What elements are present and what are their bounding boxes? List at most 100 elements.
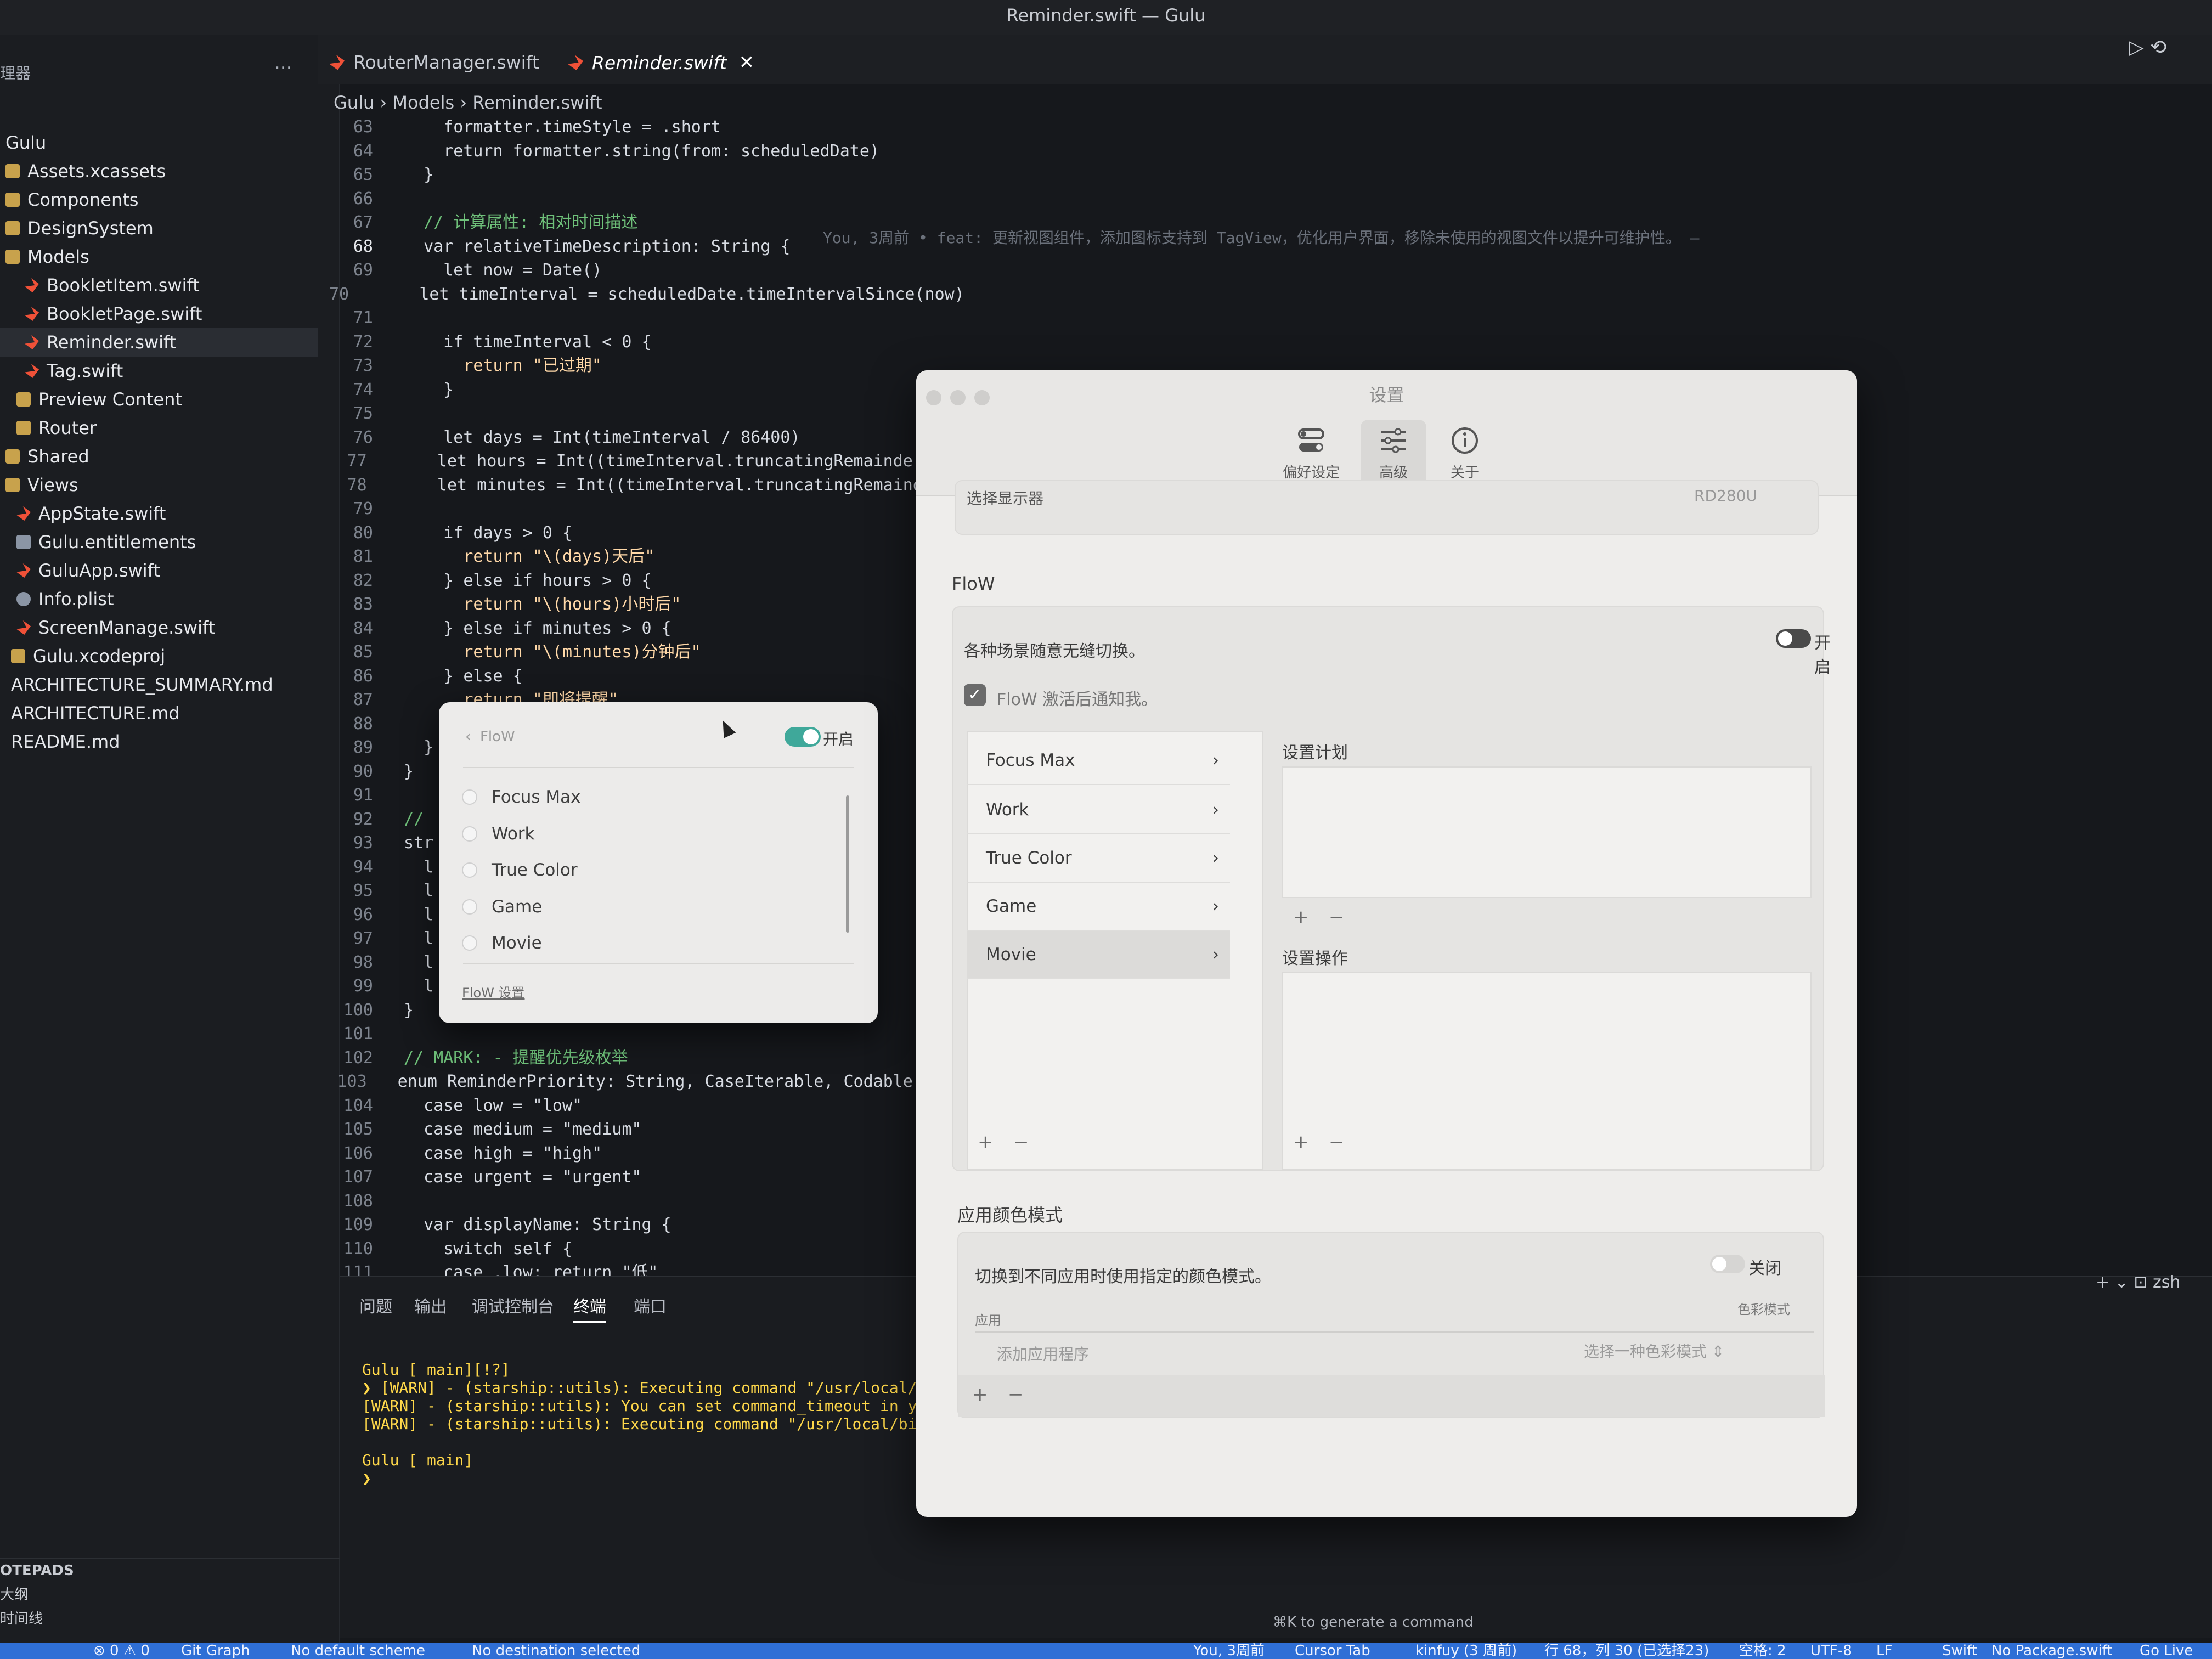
plan-list[interactable] xyxy=(1282,766,1812,898)
code-line[interactable]: 75 xyxy=(329,402,933,426)
notify-checkbox[interactable]: ✓ xyxy=(964,684,986,706)
sidebar-item[interactable]: Shared xyxy=(0,442,318,471)
code-line[interactable]: 78 let minutes = Int((timeInterval.trunc… xyxy=(329,473,933,498)
code-line[interactable]: 86 } else { xyxy=(329,664,933,689)
language-status[interactable]: Swift xyxy=(1942,1643,1977,1659)
code-line[interactable]: 106 case high = "high" xyxy=(329,1142,933,1166)
radio-icon[interactable] xyxy=(462,789,477,805)
more-icon[interactable]: ··· xyxy=(274,57,292,79)
eol-status[interactable]: LF xyxy=(1876,1643,1892,1659)
breadcrumb-item[interactable]: Models xyxy=(392,92,454,113)
mode-radio-item[interactable]: Focus Max xyxy=(462,787,580,807)
code-line[interactable]: 73 return "已过期" xyxy=(329,354,933,378)
sidebar-item[interactable]: Preview Content xyxy=(0,385,318,414)
code-line[interactable]: 66 xyxy=(329,187,933,211)
remove-plan-button[interactable]: − xyxy=(1329,906,1345,928)
back-button[interactable]: ‹ FloW xyxy=(465,729,515,745)
mode-list-item[interactable]: Game › xyxy=(967,883,1230,931)
sidebar-item[interactable]: AppState.swift xyxy=(0,499,318,528)
code-line[interactable]: 79 xyxy=(329,497,933,521)
code-line[interactable]: 63 formatter.timeStyle = .short xyxy=(329,115,933,139)
breadcrumb-item[interactable]: Reminder.swift xyxy=(472,92,602,113)
notepad-item[interactable]: 时间线 xyxy=(0,1607,340,1631)
code-line[interactable]: 103 enum ReminderPriority: String, CaseIt… xyxy=(329,1070,933,1094)
remove-action-button[interactable]: − xyxy=(1329,1131,1345,1153)
code-line[interactable]: 65 } xyxy=(329,163,933,187)
flow-toggle[interactable] xyxy=(785,727,821,747)
color-mode-select[interactable]: 选择一种色彩模式 ⇕ xyxy=(1584,1340,1724,1362)
notepads-header[interactable]: OTEPADS xyxy=(0,1559,340,1583)
sidebar-item[interactable]: DesignSystem xyxy=(0,214,318,242)
code-line[interactable]: 70 let timeInterval = scheduledDate.time… xyxy=(329,283,964,307)
sidebar-item[interactable]: Components xyxy=(0,185,318,214)
mode-list-item[interactable]: Focus Max › xyxy=(967,737,1230,785)
go-live-button[interactable]: Go Live xyxy=(2140,1643,2193,1659)
indent-status[interactable]: 空格: 2 xyxy=(1739,1643,1786,1659)
action-list[interactable] xyxy=(1282,972,1812,1170)
sidebar-item[interactable]: Assets.xcassets xyxy=(0,157,318,185)
mode-radio-item[interactable]: Game xyxy=(462,897,542,917)
tab-problems[interactable]: 问题 xyxy=(359,1293,392,1317)
code-line[interactable]: 109 var displayName: String { xyxy=(329,1213,933,1237)
sidebar-item[interactable]: README.md xyxy=(0,727,318,756)
radio-icon[interactable] xyxy=(462,935,477,951)
tab-reminder[interactable]: Reminder.swift ✕ xyxy=(568,52,754,74)
tab-debug-console[interactable]: 调试控制台 xyxy=(472,1293,554,1317)
code-line[interactable]: 83 return "\(hours)小时后" xyxy=(329,592,933,617)
code-line[interactable]: 101 xyxy=(329,1022,933,1046)
mode-radio-item[interactable]: Movie xyxy=(462,933,542,953)
cursor-tab-status[interactable]: Cursor Tab xyxy=(1295,1643,1370,1659)
scheme-selector[interactable]: No default scheme xyxy=(291,1643,425,1659)
mode-list-item[interactable]: Work › xyxy=(967,786,1230,834)
code-line[interactable]: 110 switch self { xyxy=(329,1237,933,1261)
code-line[interactable]: 69 let now = Date() xyxy=(329,258,933,283)
sidebar-item[interactable]: Gulu.entitlements xyxy=(0,528,318,556)
tab-ports[interactable]: 端口 xyxy=(634,1293,667,1317)
sidebar-item[interactable]: Models xyxy=(0,242,318,271)
appcolor-toggle[interactable] xyxy=(1710,1255,1745,1273)
code-line[interactable]: 72 if timeInterval < 0 { xyxy=(329,330,933,354)
close-icon[interactable]: ✕ xyxy=(739,52,755,74)
sidebar-item[interactable]: Views xyxy=(0,471,318,499)
add-app-button[interactable]: + xyxy=(972,1384,988,1406)
package-status[interactable]: No Package.swift xyxy=(1991,1643,2113,1659)
code-line[interactable]: 71 xyxy=(329,306,933,330)
cursor-position[interactable]: 行 68，列 30 (已选择23) xyxy=(1544,1643,1709,1659)
remove-app-button[interactable]: − xyxy=(1008,1384,1024,1406)
code-line[interactable]: 77 let hours = Int((timeInterval.truncat… xyxy=(329,449,933,473)
code-line[interactable]: 84 } else if minutes > 0 { xyxy=(329,617,933,641)
run-icon[interactable]: ▷ ⟲ xyxy=(2129,36,2166,59)
sidebar-item[interactable]: Gulu xyxy=(0,128,318,157)
tab-output[interactable]: 输出 xyxy=(414,1293,447,1317)
sidebar-item[interactable]: Gulu.xcodeproj xyxy=(0,642,318,670)
radio-icon[interactable] xyxy=(462,899,477,915)
display-row[interactable]: 选择显示器 RD280U xyxy=(955,480,1819,535)
sidebar-item[interactable]: ScreenManage.swift xyxy=(0,613,318,642)
add-action-button[interactable]: + xyxy=(1293,1131,1309,1153)
code-line[interactable]: 107 case urgent = "urgent" xyxy=(329,1165,933,1189)
sidebar-item[interactable]: Reminder.swift xyxy=(0,328,318,357)
terminal-output[interactable]: Gulu [ main][!?] ❯ [WARN] - (starship::u… xyxy=(362,1342,945,1487)
scrollbar[interactable] xyxy=(846,795,849,933)
code-line[interactable]: 82 } else if hours > 0 { xyxy=(329,569,933,593)
sidebar-item[interactable]: Tag.swift xyxy=(0,357,318,385)
sidebar-item[interactable]: BookletPage.swift xyxy=(0,300,318,328)
code-line[interactable]: 64 return formatter.string(from: schedul… xyxy=(329,139,933,163)
sidebar-item[interactable]: ARCHITECTURE.md xyxy=(0,699,318,727)
code-line[interactable]: 108 xyxy=(329,1189,933,1214)
notepad-item[interactable]: 大纲 xyxy=(0,1583,340,1607)
code-line[interactable]: 102 // MARK: - 提醒优先级枚举 xyxy=(329,1046,933,1070)
mode-list-item[interactable]: Movie › xyxy=(967,931,1230,979)
tab-routermanager[interactable]: RouterManager.swift xyxy=(329,52,539,73)
flow-settings-link[interactable]: FloW 设置 xyxy=(462,982,525,1001)
add-app-placeholder[interactable]: 添加应用程序 xyxy=(997,1342,1089,1364)
sidebar-item[interactable]: GuluApp.swift xyxy=(0,556,318,585)
flow-enable-toggle[interactable] xyxy=(1776,629,1811,648)
mode-radio-item[interactable]: True Color xyxy=(462,860,578,880)
user-status[interactable]: kinfuy (3 周前) xyxy=(1415,1643,1517,1659)
add-plan-button[interactable]: + xyxy=(1293,906,1309,928)
sidebar-item[interactable]: ARCHITECTURE_SUMMARY.md xyxy=(0,670,318,699)
mode-list-item[interactable]: True Color › xyxy=(967,834,1230,883)
code-line[interactable]: 104 case low = "low" xyxy=(329,1094,933,1118)
code-line[interactable]: 105 case medium = "medium" xyxy=(329,1118,933,1142)
